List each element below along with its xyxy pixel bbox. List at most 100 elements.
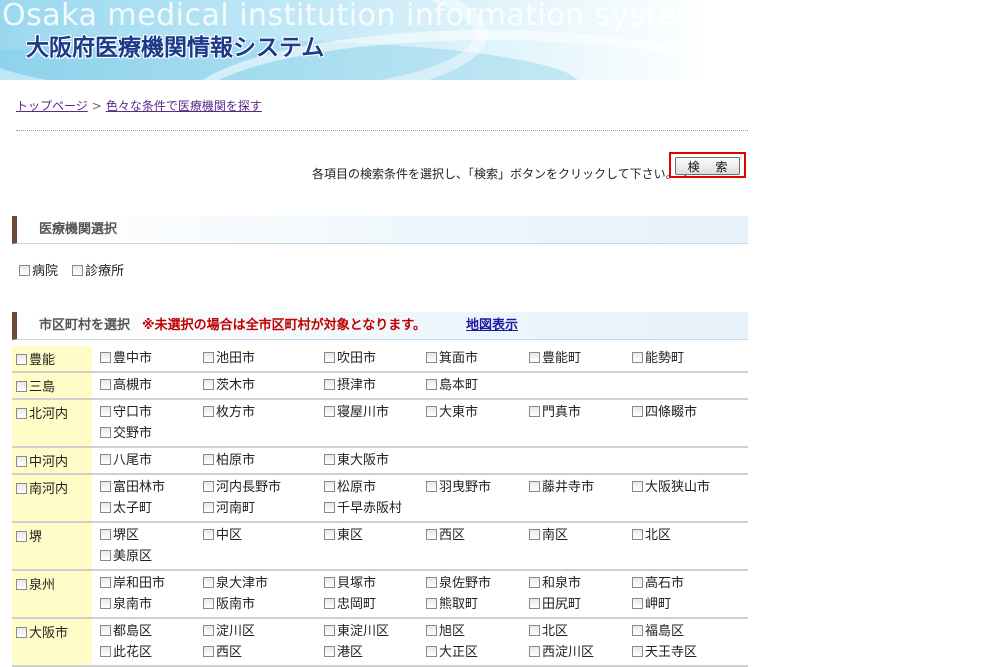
municipality-checkbox[interactable] bbox=[203, 577, 214, 588]
municipality-checkbox[interactable] bbox=[426, 625, 437, 636]
municipality-checkbox[interactable] bbox=[203, 646, 214, 657]
municipality-checkbox[interactable] bbox=[529, 577, 540, 588]
municipality-option[interactable]: 中区 bbox=[195, 525, 316, 546]
municipality-checkbox[interactable] bbox=[100, 379, 111, 390]
municipality-checkbox[interactable] bbox=[632, 625, 643, 636]
municipality-checkbox[interactable] bbox=[426, 529, 437, 540]
municipality-checkbox[interactable] bbox=[632, 529, 643, 540]
municipality-option[interactable]: 熊取町 bbox=[418, 594, 521, 615]
municipality-checkbox[interactable] bbox=[324, 454, 335, 465]
municipality-option[interactable]: 富田林市 bbox=[92, 477, 195, 498]
municipality-option[interactable]: 豊中市 bbox=[92, 348, 195, 369]
municipality-checkbox[interactable] bbox=[100, 529, 111, 540]
municipality-option[interactable]: 千早赤阪村 bbox=[316, 498, 418, 519]
municipality-option[interactable]: 忠岡町 bbox=[316, 594, 418, 615]
region-checkbox[interactable] bbox=[16, 531, 27, 542]
municipality-option[interactable]: 貝塚市 bbox=[316, 573, 418, 594]
municipality-option[interactable]: 西淀川区 bbox=[521, 642, 624, 663]
municipality-checkbox[interactable] bbox=[100, 352, 111, 363]
municipality-option[interactable]: 泉大津市 bbox=[195, 573, 316, 594]
municipality-checkbox[interactable] bbox=[324, 406, 335, 417]
municipality-option[interactable]: 八尾市 bbox=[92, 450, 195, 471]
municipality-checkbox[interactable] bbox=[324, 379, 335, 390]
facility-option-hospital[interactable]: 病院 bbox=[19, 264, 58, 279]
municipality-option[interactable]: 泉佐野市 bbox=[418, 573, 521, 594]
municipality-checkbox[interactable] bbox=[529, 598, 540, 609]
municipality-checkbox[interactable] bbox=[100, 406, 111, 417]
municipality-option[interactable]: 港区 bbox=[316, 642, 418, 663]
municipality-option[interactable]: 大阪狭山市 bbox=[624, 477, 748, 498]
municipality-option[interactable]: 高槻市 bbox=[92, 375, 195, 396]
municipality-checkbox[interactable] bbox=[426, 481, 437, 492]
municipality-checkbox[interactable] bbox=[426, 379, 437, 390]
municipality-checkbox[interactable] bbox=[100, 481, 111, 492]
municipality-option[interactable]: 河南町 bbox=[195, 498, 316, 519]
region-label[interactable]: 泉州 bbox=[12, 571, 92, 617]
municipality-option[interactable]: 岬町 bbox=[624, 594, 748, 615]
municipality-checkbox[interactable] bbox=[529, 529, 540, 540]
municipality-checkbox[interactable] bbox=[100, 502, 111, 513]
municipality-option[interactable]: 和泉市 bbox=[521, 573, 624, 594]
municipality-checkbox[interactable] bbox=[324, 352, 335, 363]
municipality-option[interactable]: 東区 bbox=[316, 525, 418, 546]
municipality-checkbox[interactable] bbox=[529, 646, 540, 657]
municipality-option[interactable]: 北区 bbox=[521, 621, 624, 642]
municipality-checkbox[interactable] bbox=[529, 625, 540, 636]
municipality-option[interactable]: 河内長野市 bbox=[195, 477, 316, 498]
municipality-checkbox[interactable] bbox=[203, 481, 214, 492]
region-label[interactable]: 南河内 bbox=[12, 475, 92, 521]
municipality-option[interactable]: 能勢町 bbox=[624, 348, 748, 369]
municipality-checkbox[interactable] bbox=[324, 502, 335, 513]
region-checkbox[interactable] bbox=[16, 381, 27, 392]
municipality-option[interactable]: 四條畷市 bbox=[624, 402, 748, 423]
municipality-checkbox[interactable] bbox=[203, 625, 214, 636]
municipality-option[interactable]: 堺区 bbox=[92, 525, 195, 546]
municipality-option[interactable]: 福島区 bbox=[624, 621, 748, 642]
municipality-option[interactable]: 岸和田市 bbox=[92, 573, 195, 594]
municipality-option[interactable]: 太子町 bbox=[92, 498, 195, 519]
region-checkbox[interactable] bbox=[16, 579, 27, 590]
region-checkbox[interactable] bbox=[16, 354, 27, 365]
region-checkbox[interactable] bbox=[16, 408, 27, 419]
municipality-checkbox[interactable] bbox=[324, 481, 335, 492]
municipality-option[interactable]: 豊能町 bbox=[521, 348, 624, 369]
municipality-option[interactable]: 大東市 bbox=[418, 402, 521, 423]
municipality-option[interactable]: 北区 bbox=[624, 525, 748, 546]
municipality-option[interactable]: 茨木市 bbox=[195, 375, 316, 396]
municipality-checkbox[interactable] bbox=[529, 352, 540, 363]
municipality-option[interactable]: 西区 bbox=[418, 525, 521, 546]
municipality-checkbox[interactable] bbox=[100, 550, 111, 561]
municipality-checkbox[interactable] bbox=[203, 379, 214, 390]
breadcrumb-current-link[interactable]: 色々な条件で医療機関を探す bbox=[106, 99, 262, 113]
municipality-option[interactable]: 泉南市 bbox=[92, 594, 195, 615]
hospital-checkbox[interactable] bbox=[19, 265, 30, 276]
municipality-checkbox[interactable] bbox=[203, 454, 214, 465]
municipality-checkbox[interactable] bbox=[100, 427, 111, 438]
municipality-checkbox[interactable] bbox=[100, 577, 111, 588]
municipality-checkbox[interactable] bbox=[100, 454, 111, 465]
municipality-checkbox[interactable] bbox=[426, 352, 437, 363]
municipality-checkbox[interactable] bbox=[324, 625, 335, 636]
region-label[interactable]: 北河内 bbox=[12, 400, 92, 446]
municipality-option[interactable]: 羽曳野市 bbox=[418, 477, 521, 498]
region-label[interactable]: 豊能 bbox=[12, 346, 92, 371]
municipality-option[interactable]: 箕面市 bbox=[418, 348, 521, 369]
municipality-checkbox[interactable] bbox=[426, 598, 437, 609]
municipality-option[interactable]: 枚方市 bbox=[195, 402, 316, 423]
municipality-option[interactable]: 交野市 bbox=[92, 423, 195, 444]
municipality-option[interactable]: 天王寺区 bbox=[624, 642, 748, 663]
region-checkbox[interactable] bbox=[16, 456, 27, 467]
municipality-option[interactable]: 旭区 bbox=[418, 621, 521, 642]
municipality-option[interactable]: 此花区 bbox=[92, 642, 195, 663]
municipality-checkbox[interactable] bbox=[426, 406, 437, 417]
municipality-option[interactable]: 大正区 bbox=[418, 642, 521, 663]
municipality-option[interactable]: 西区 bbox=[195, 642, 316, 663]
municipality-checkbox[interactable] bbox=[100, 598, 111, 609]
facility-option-clinic[interactable]: 診療所 bbox=[72, 264, 124, 279]
municipality-option[interactable]: 阪南市 bbox=[195, 594, 316, 615]
region-label[interactable]: 堺 bbox=[12, 523, 92, 569]
municipality-checkbox[interactable] bbox=[426, 646, 437, 657]
municipality-checkbox[interactable] bbox=[203, 352, 214, 363]
municipality-checkbox[interactable] bbox=[324, 598, 335, 609]
municipality-option[interactable]: 島本町 bbox=[418, 375, 521, 396]
